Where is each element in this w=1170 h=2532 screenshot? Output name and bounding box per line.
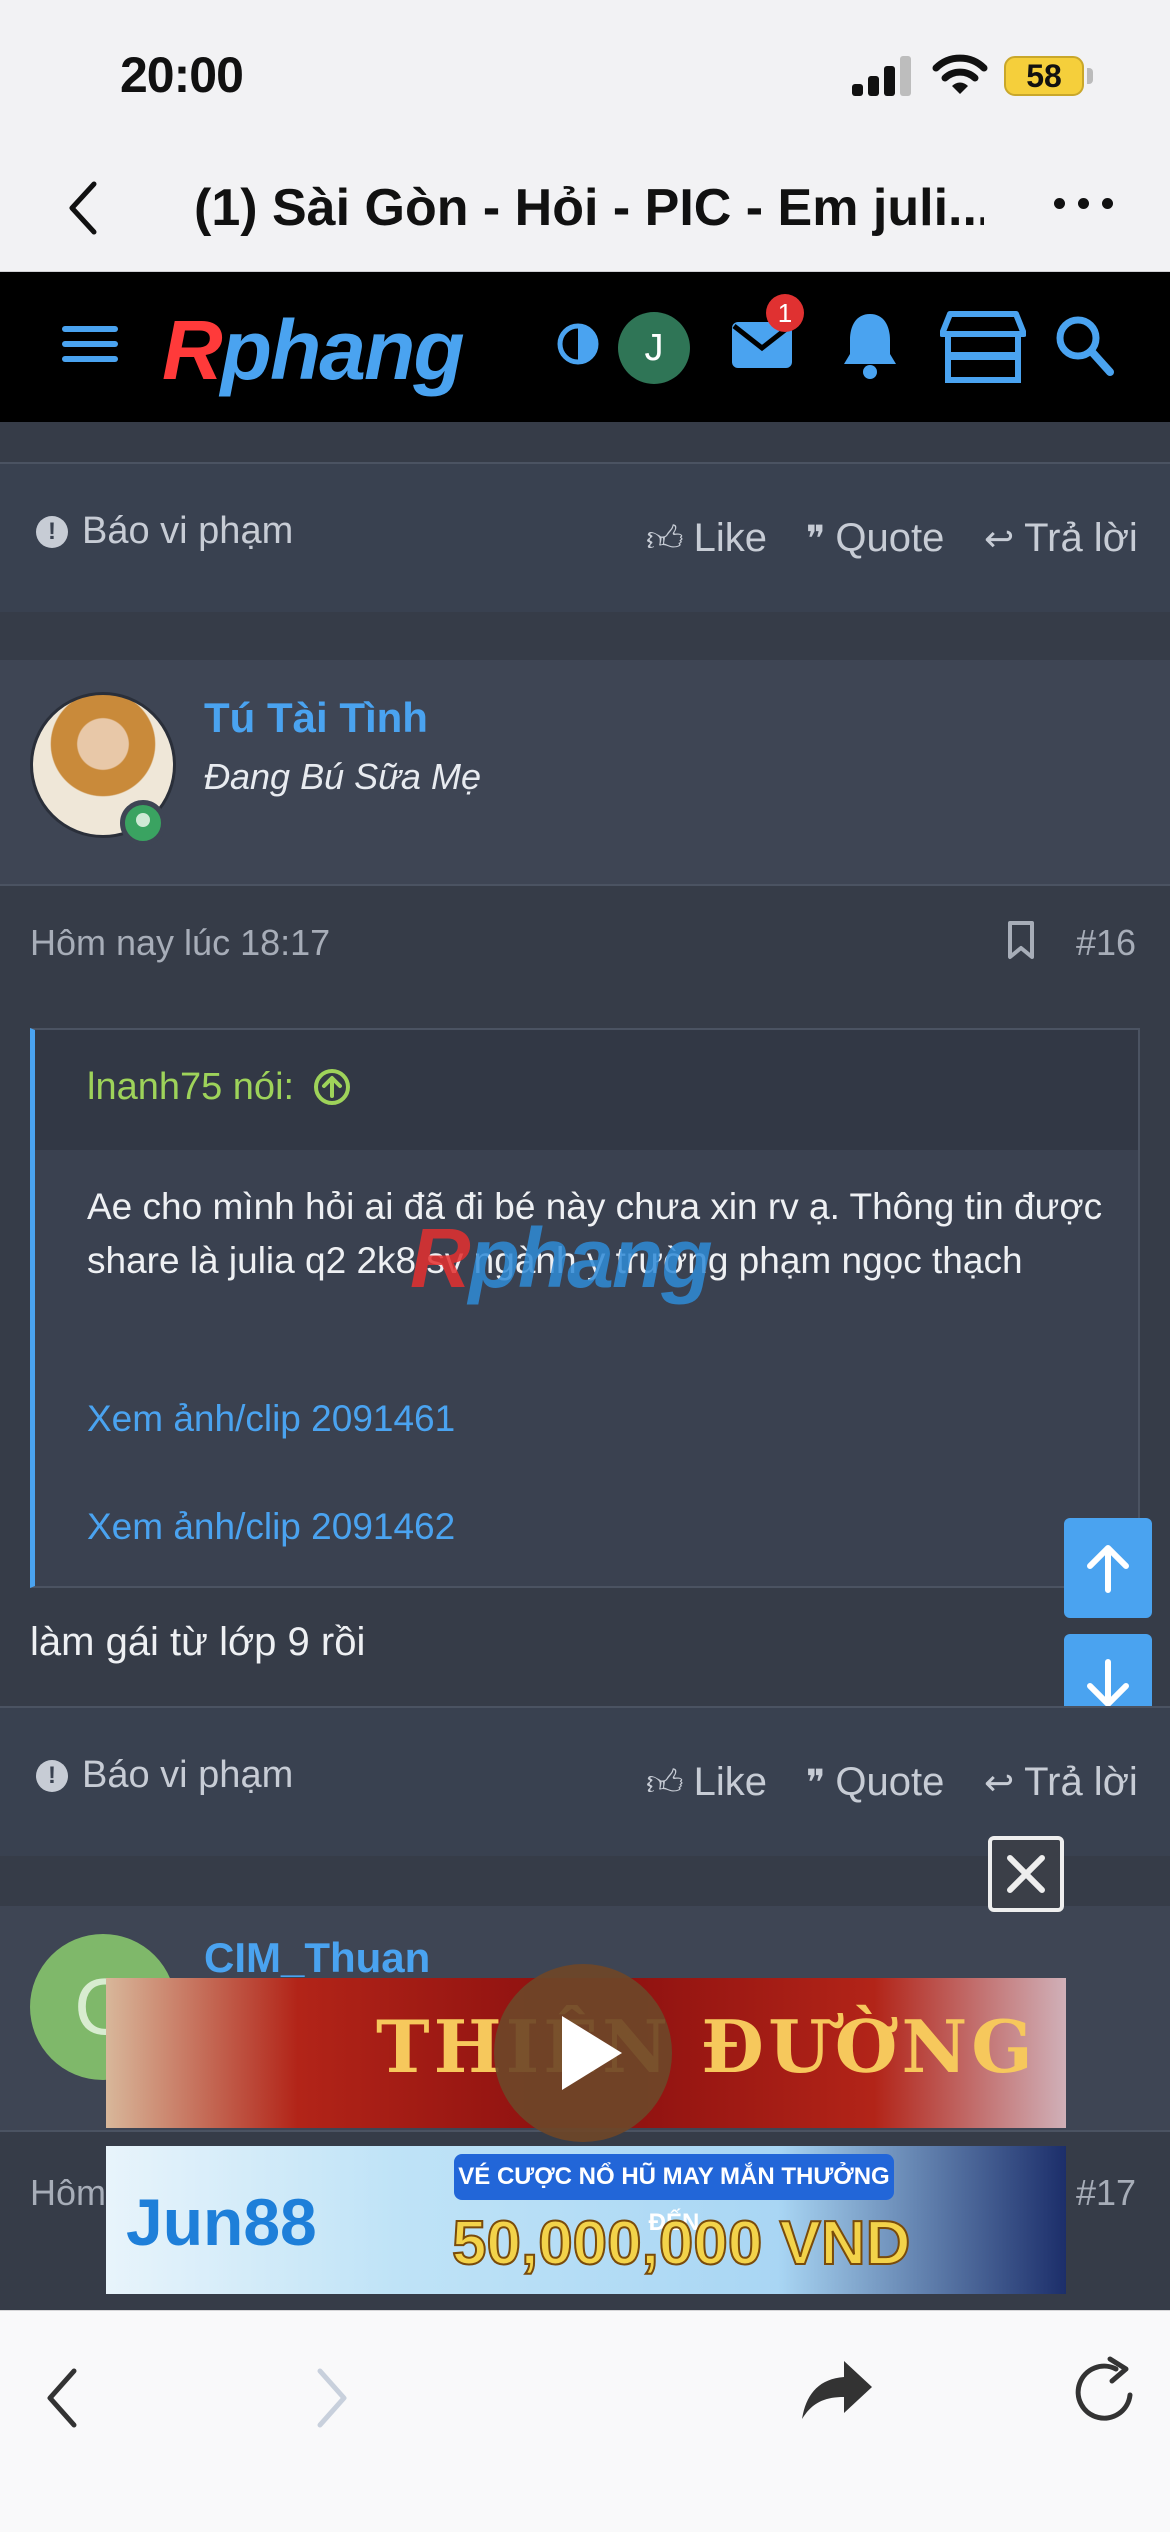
back-icon[interactable] <box>38 2363 88 2433</box>
user-title: Đang Bú Sữa Mẹ <box>204 756 481 797</box>
quote-author[interactable]: lnanh75 nói: <box>87 1066 351 1109</box>
quote-link-2[interactable]: Xem ảnh/clip 2091462 <box>87 1506 455 1548</box>
ad-close-button[interactable] <box>988 1836 1064 1912</box>
next-post-number[interactable]: #17 <box>1076 2172 1136 2214</box>
page-title: (1) Sài Gòn - Hỏi - PIC - Em juli... <box>194 179 984 237</box>
battery-indicator: 58 <box>1004 56 1084 96</box>
quote-block: lnanh75 nói: Ae cho mình hỏi ai đã đi bé… <box>30 1028 1140 1588</box>
site-header: Rphang J 1 <box>0 272 1170 422</box>
quote-button[interactable]: ❞ Quote <box>806 1760 944 1805</box>
watermark-logo: Rphang <box>410 1210 713 1307</box>
arrow-up-icon <box>1087 1545 1129 1593</box>
report-icon: ! <box>36 515 68 548</box>
hamburger-icon[interactable] <box>62 322 118 366</box>
reply-button[interactable]: ↩ Trả lời <box>984 516 1138 561</box>
post-header: Tú Tài Tình Đang Bú Sữa Mẹ <box>0 660 1170 886</box>
signal-icon <box>852 56 912 96</box>
forward-icon[interactable] <box>306 2363 356 2433</box>
battery-tip <box>1087 68 1093 84</box>
site-logo[interactable]: Rphang <box>162 302 465 399</box>
play-icon[interactable] <box>494 1964 672 2142</box>
wifi-icon <box>932 54 988 94</box>
watermark-r: R <box>410 1211 471 1305</box>
scroll-up-button[interactable] <box>1064 1518 1152 1618</box>
status-time: 20:00 <box>120 47 244 103</box>
quote-link-1[interactable]: Xem ảnh/clip 2091461 <box>87 1398 455 1440</box>
browser-title-bar: (1) Sài Gòn - Hỏi - PIC - Em juli... <box>0 150 1170 272</box>
contrast-icon[interactable] <box>556 322 600 366</box>
quote-author-name: lnanh75 nói: <box>87 1066 295 1108</box>
post-username[interactable]: Tú Tài Tình <box>204 694 428 742</box>
report-label: Báo vi phạm <box>82 510 294 552</box>
reply-button[interactable]: ↩ Trả lời <box>984 1760 1138 1805</box>
reload-icon[interactable] <box>1072 2355 1142 2429</box>
ad-top-text: THIÊN ĐƯỜNG <box>376 2004 1037 2089</box>
mail-badge: 1 <box>766 294 804 332</box>
more-options-icon[interactable] <box>1054 198 1114 218</box>
user-avatar[interactable]: J <box>618 312 690 384</box>
ad-brand: Jun88 <box>126 2185 317 2259</box>
status-bar: 20:00 58 <box>0 0 1170 150</box>
bookmark-icon[interactable] <box>1006 920 1036 960</box>
like-button[interactable]: 👍︎ Like <box>646 516 767 561</box>
post-actions: ! Báo vi phạm 👍︎ Like ❞ Quote ↩ Trả lời <box>0 1706 1170 1856</box>
thumbs-up-icon: 👍︎ <box>646 1761 684 1803</box>
like-label: Like <box>693 516 768 560</box>
browser-toolbar <box>0 2310 1170 2532</box>
report-button[interactable]: ! Báo vi phạm <box>36 510 293 553</box>
like-button[interactable]: 👍︎ Like <box>646 1760 767 1805</box>
report-icon: ! <box>36 1759 68 1792</box>
ad-tag: VÉ CƯỢC NỔ HŨ MAY MẮN THƯỞNG ĐẾN <box>454 2154 894 2236</box>
reply-label: Trả lời <box>1024 1760 1138 1804</box>
logo-rest: phang <box>220 303 465 397</box>
post-actions-prev: ! Báo vi phạm 👍︎ Like ❞ Quote ↩ Trả lời <box>0 462 1170 612</box>
back-chevron-icon[interactable] <box>60 178 110 238</box>
reply-icon: ↩ <box>984 1761 1015 1803</box>
quote-label: Quote <box>835 1760 945 1804</box>
reply-label: Trả lời <box>1024 516 1138 560</box>
report-button[interactable]: ! Báo vi phạm <box>36 1754 293 1797</box>
online-status-icon <box>120 800 166 846</box>
store-icon[interactable] <box>940 308 1026 384</box>
watermark-rest: phang <box>468 1211 713 1305</box>
quote-icon: ❞ <box>806 1761 826 1803</box>
report-label: Báo vi phạm <box>82 1754 294 1796</box>
reply-icon: ↩ <box>984 517 1015 559</box>
arrow-up-circle-icon <box>313 1069 350 1105</box>
close-icon <box>1007 1855 1045 1893</box>
like-label: Like <box>693 1760 768 1804</box>
post-number[interactable]: #16 <box>1076 922 1136 964</box>
quote-button[interactable]: ❞ Quote <box>806 516 944 561</box>
logo-r: R <box>162 303 223 397</box>
ad-amount: 50,000,000 VND <box>451 2208 911 2279</box>
next-post-date[interactable]: Hôm <box>30 2172 106 2214</box>
search-icon[interactable] <box>1054 312 1114 378</box>
quote-label: Quote <box>835 516 945 560</box>
thumbs-up-icon: 👍︎ <box>646 517 684 559</box>
post-body: làm gái từ lớp 9 rồi <box>30 1620 366 1664</box>
next-post-username[interactable]: CIM_Thuan <box>204 1934 430 1982</box>
quote-header: lnanh75 nói: <box>35 1030 1138 1150</box>
share-icon[interactable] <box>800 2357 874 2423</box>
quote-icon: ❞ <box>806 517 826 559</box>
ad-banner-bottom[interactable]: Jun88 VÉ CƯỢC NỔ HŨ MAY MẮN THƯỞNG ĐẾN 5… <box>106 2146 1066 2294</box>
bell-icon[interactable] <box>840 310 900 380</box>
post-date[interactable]: Hôm nay lúc 18:17 <box>30 922 330 964</box>
post-meta: Hôm nay lúc 18:17 #16 <box>0 886 1170 996</box>
